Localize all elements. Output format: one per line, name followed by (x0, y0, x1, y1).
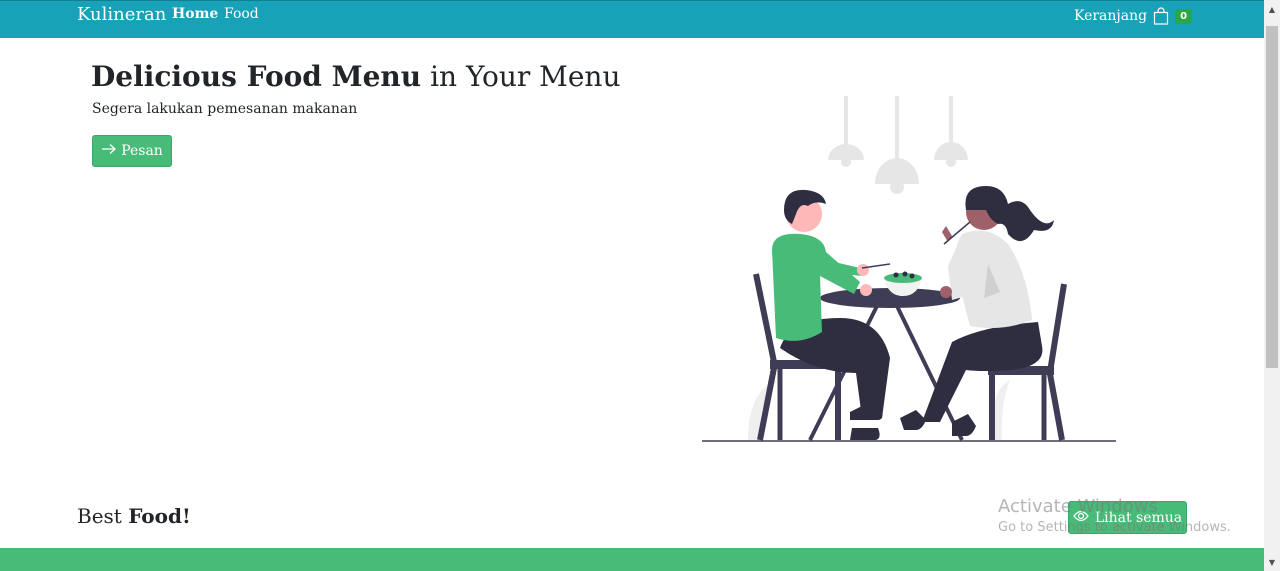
hero-title-bold: Delicious Food Menu (91, 60, 422, 93)
navbar: Kulineran Home Food Keranjang 0 (0, 0, 1264, 38)
scroll-up-arrow-icon[interactable]: ▲ (1264, 0, 1280, 18)
nav-link-food[interactable]: Food (224, 6, 259, 22)
vertical-scrollbar[interactable]: ▲ ▼ (1264, 0, 1280, 571)
arrow-right-icon (101, 143, 117, 159)
food-section-band (0, 548, 1264, 571)
view-all-button[interactable]: Lihat semua (1068, 501, 1187, 534)
section-title: Best Food! (77, 504, 191, 528)
scroll-down-arrow-icon[interactable]: ▼ (1264, 553, 1280, 571)
couple-dining-illustration (700, 92, 1120, 448)
scrollbar-thumb[interactable] (1266, 26, 1278, 368)
view-all-label: Lihat semua (1094, 509, 1183, 526)
hero-title: Delicious Food Menu in Your Menu (91, 60, 620, 93)
eye-icon (1073, 510, 1089, 526)
brand-link[interactable]: Kulineran (77, 4, 166, 25)
order-button[interactable]: Pesan (92, 135, 172, 167)
cart-count-badge: 0 (1175, 8, 1193, 24)
hero-subtitle: Segera lakukan pemesanan makanan (92, 101, 358, 117)
shopping-bag-icon (1153, 7, 1169, 25)
section-title-light: Best (77, 504, 122, 528)
order-button-label: Pesan (121, 143, 163, 159)
cart-label: Keranjang (1074, 8, 1148, 24)
section-title-bold: Food! (128, 504, 191, 528)
cart-link[interactable]: Keranjang 0 (1074, 5, 1193, 27)
hero-title-rest: in Your Menu (430, 60, 621, 93)
nav-link-home[interactable]: Home (172, 6, 218, 22)
